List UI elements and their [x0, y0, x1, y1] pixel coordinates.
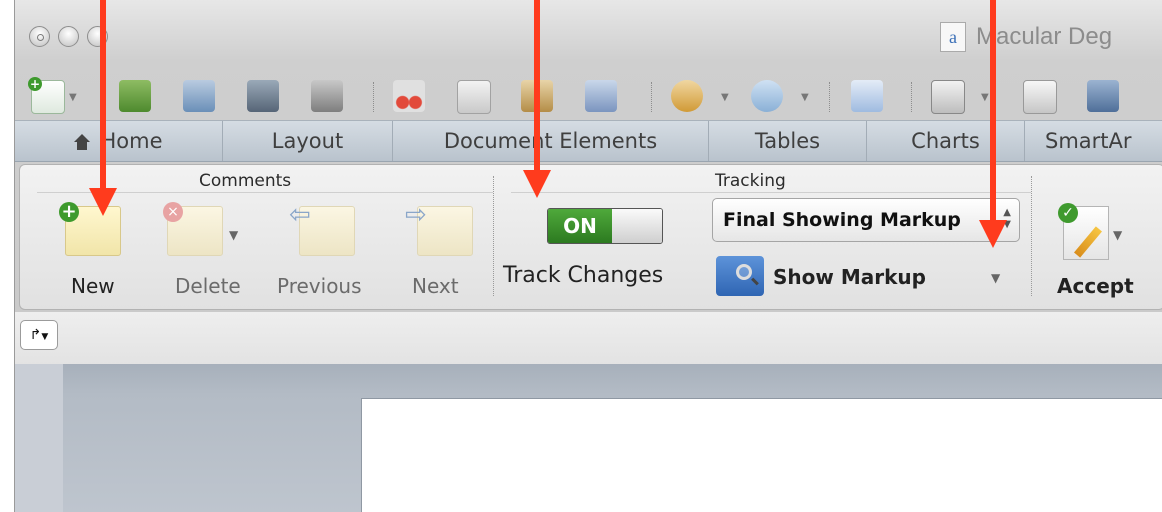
annotation-arrow-toggle-head	[523, 170, 551, 198]
cut-icon[interactable]	[393, 80, 425, 112]
print-icon[interactable]	[311, 80, 343, 112]
tab-charts[interactable]: Charts	[867, 121, 1025, 161]
group-separator	[1031, 176, 1032, 296]
new-document-caret-icon[interactable]: ▼	[69, 92, 77, 103]
track-changes-label: Track Changes	[503, 263, 664, 288]
accept-label: Accept	[1057, 274, 1134, 298]
toolbar-separator	[651, 82, 652, 112]
right-arrow-icon: ⇨	[405, 200, 427, 230]
tab-document-elements-label: Document Elements	[443, 129, 658, 153]
delete-x-icon: ×	[163, 202, 183, 222]
show-markup-icon	[716, 256, 764, 296]
window-title: a Macular Deg	[940, 22, 1112, 52]
close-window-button[interactable]	[29, 26, 50, 47]
plus-icon: +	[59, 202, 79, 222]
home-icon	[74, 134, 91, 150]
tab-layout-label: Layout	[271, 129, 344, 153]
track-changes-toggle[interactable]: ON	[547, 208, 663, 244]
window-controls	[29, 26, 108, 47]
previous-comment-label: Previous	[277, 274, 362, 298]
new-document-icon[interactable]: +	[28, 77, 65, 114]
document-page[interactable]	[361, 398, 1162, 512]
tab-stop-selector[interactable]: ↱▼	[20, 320, 58, 350]
accept-caret-icon[interactable]: ▼	[1113, 228, 1122, 242]
delete-caret-icon[interactable]: ▼	[229, 228, 238, 242]
format-painter-icon[interactable]	[585, 80, 617, 112]
tab-smartart-label: SmartAr	[1045, 129, 1132, 153]
magnifier-icon	[736, 264, 752, 280]
left-arrow-icon: ⇦	[289, 200, 311, 230]
delete-comment-button[interactable]: × ▼ Delete	[151, 200, 261, 300]
delete-comment-label: Delete	[175, 274, 241, 298]
undo-caret-icon[interactable]: ▼	[721, 92, 729, 103]
toggle-on-label: ON	[548, 209, 612, 243]
open-folder-icon[interactable]	[183, 80, 215, 112]
tab-tables[interactable]: Tables	[709, 121, 867, 161]
annotation-arrow-toggle-shaft	[534, 0, 540, 172]
show-markup-label: Show Markup	[773, 265, 926, 289]
window-title-text: Macular Deg	[976, 23, 1113, 50]
document-canvas	[15, 364, 1162, 512]
sidebar-view-icon[interactable]	[931, 80, 965, 114]
next-comment-button[interactable]: ⇨ Next	[397, 200, 487, 300]
accept-pencil-icon	[1074, 226, 1102, 258]
toolbar-separator	[373, 82, 374, 112]
tab-layout[interactable]: Layout	[223, 121, 393, 161]
tracking-group-rule	[511, 192, 1031, 193]
tab-home-label: Home	[100, 129, 163, 153]
new-comment-label: New	[71, 274, 115, 298]
markup-display-select[interactable]: Final Showing Markup ▲ ▼	[712, 198, 1020, 242]
document-icon: a	[940, 22, 966, 52]
group-separator	[493, 176, 494, 296]
show-markup-caret-icon[interactable]: ▼	[991, 271, 1000, 285]
tab-charts-label: Charts	[911, 129, 980, 153]
save-icon[interactable]	[247, 80, 279, 112]
annotation-arrow-new-head	[89, 188, 117, 216]
tab-stop-icon: ↱	[29, 327, 42, 343]
tab-tables-label: Tables	[754, 129, 821, 153]
redo-icon[interactable]	[751, 80, 783, 112]
comments-group-title: Comments	[199, 171, 292, 191]
ruler-strip: ↱▼	[15, 312, 1162, 365]
new-plus-icon: +	[28, 77, 42, 91]
minimize-window-button[interactable]	[58, 26, 79, 47]
toolbar-separator	[829, 82, 830, 112]
tab-home[interactable]: Home	[15, 121, 223, 161]
annotation-arrow-markup-head	[979, 220, 1007, 248]
annotation-arrow-markup-shaft	[990, 0, 996, 222]
annotation-arrow-new-shaft	[100, 0, 106, 190]
undo-icon[interactable]	[671, 80, 703, 112]
copy-icon[interactable]	[457, 80, 491, 114]
markup-display-value: Final Showing Markup	[723, 209, 961, 231]
tab-stop-caret-icon: ▼	[41, 332, 49, 342]
tracking-group-title: Tracking	[715, 171, 786, 191]
accept-check-icon: ✓	[1058, 203, 1078, 223]
previous-comment-button[interactable]: ⇦ Previous	[277, 200, 377, 300]
media-browser-icon[interactable]	[1087, 80, 1119, 112]
tab-document-elements[interactable]: Document Elements	[393, 121, 709, 161]
show-paragraph-icon[interactable]	[851, 80, 883, 112]
next-comment-label: Next	[412, 274, 459, 298]
tab-smartart[interactable]: SmartAr	[1025, 121, 1162, 161]
toolbox-icon[interactable]	[1023, 80, 1057, 114]
sidebar-view-caret-icon[interactable]: ▼	[981, 92, 989, 103]
gallery-icon[interactable]	[119, 80, 151, 112]
accept-button[interactable]: ✓ ▼ Accept	[1051, 200, 1162, 300]
accept-icon: ✓	[1058, 203, 1109, 260]
show-markup-button[interactable]: Show Markup ▼	[711, 254, 1021, 300]
toggle-knob	[612, 209, 662, 243]
redo-caret-icon[interactable]: ▼	[801, 92, 809, 103]
toolbar-separator	[911, 82, 912, 112]
